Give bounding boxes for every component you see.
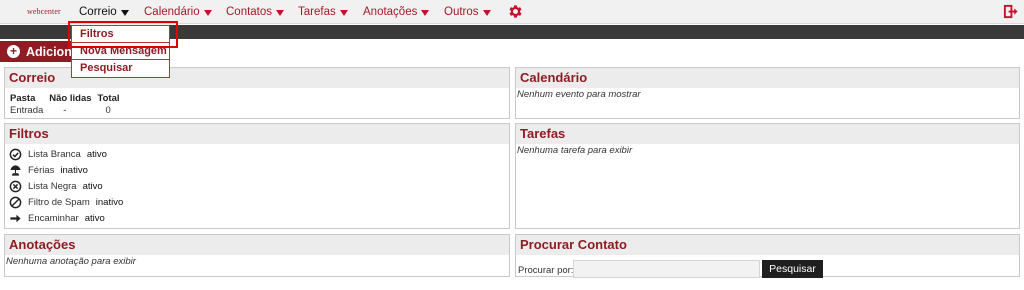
calendario-title: Calendário — [516, 68, 1019, 88]
folder-name[interactable]: Entrada — [10, 104, 49, 117]
total-count: 0 — [105, 105, 111, 116]
filter-status: inativo — [95, 197, 124, 208]
filter-status: ativo — [84, 213, 105, 224]
app-logo[interactable]: webcenter — [27, 7, 61, 16]
table-row[interactable]: Entrada - 0 — [10, 104, 126, 117]
filtros-title: Filtros — [5, 124, 509, 144]
filter-item-encaminhar[interactable]: Encaminhar ativo — [9, 212, 105, 225]
arrow-right-icon — [10, 214, 21, 223]
menu-correio[interactable]: Correio — [79, 4, 129, 20]
filter-status: ativo — [86, 149, 107, 160]
unread-count: - — [63, 105, 67, 116]
gear-icon[interactable] — [507, 3, 524, 20]
filter-label: Encaminhar — [28, 213, 79, 224]
anotacoes-title: Anotações — [5, 235, 509, 255]
top-nav-bar: webcenter Correio Calendário Contatos Ta… — [0, 0, 1024, 24]
filtros-panel: Filtros Lista Branca ativo Férias inativ… — [4, 123, 510, 229]
correio-dropdown-menu: Filtros Nova Mensagem Pesquisar — [71, 25, 170, 78]
add-button-label: Adicion — [26, 44, 72, 59]
chevron-down-icon — [421, 9, 430, 16]
filter-status: ativo — [82, 181, 103, 192]
calendario-panel: Calendário Nenhum evento para mostrar — [515, 67, 1020, 119]
vacation-icon — [10, 165, 21, 176]
tarefas-panel: Tarefas Nenhuma tarefa para exibir — [515, 123, 1020, 229]
chevron-down-icon — [120, 9, 129, 16]
search-button[interactable]: Pesquisar — [762, 260, 823, 278]
menu-outros[interactable]: Outros — [444, 4, 491, 20]
dropdown-item-filtros[interactable]: Filtros — [72, 26, 169, 43]
menu-anotacoes-label: Anotações — [363, 6, 418, 18]
menu-calendario-label: Calendário — [144, 6, 200, 18]
menu-tarefas-label: Tarefas — [298, 6, 336, 18]
filter-label: Lista Branca — [28, 149, 81, 160]
no-spam-icon — [9, 196, 22, 209]
filter-item-lista-negra[interactable]: Lista Negra ativo — [9, 180, 103, 193]
menu-anotacoes[interactable]: Anotações — [363, 4, 430, 20]
menu-outros-label: Outros — [444, 6, 479, 18]
menu-contatos-label: Contatos — [226, 6, 273, 18]
chevron-down-icon — [203, 9, 212, 16]
menu-tarefas[interactable]: Tarefas — [298, 4, 348, 20]
filter-item-lista-branca[interactable]: Lista Branca ativo — [9, 148, 107, 161]
add-button[interactable]: + Adicion — [0, 41, 80, 62]
logout-icon[interactable] — [1003, 4, 1018, 19]
filter-item-filtro-spam[interactable]: Filtro de Spam inativo — [9, 196, 123, 209]
check-circle-icon — [9, 148, 22, 161]
chevron-down-icon — [276, 9, 285, 16]
dropdown-item-pesquisar[interactable]: Pesquisar — [72, 60, 169, 77]
procurar-contato-panel: Procurar Contato Procurar por: Pesquisar — [515, 234, 1020, 278]
empty-message: Nenhum evento para mostrar — [517, 89, 641, 100]
plus-icon: + — [7, 45, 20, 58]
chevron-down-icon — [339, 9, 348, 16]
procurar-contato-title: Procurar Contato — [516, 235, 1019, 255]
dropdown-item-nova-mensagem[interactable]: Nova Mensagem — [72, 43, 169, 60]
empty-message: Nenhuma anotação para exibir — [6, 256, 136, 267]
filter-status: inativo — [60, 165, 88, 176]
menu-contatos[interactable]: Contatos — [226, 4, 285, 20]
column-header: Pasta — [10, 92, 36, 104]
filter-item-ferias[interactable]: Férias inativo — [9, 164, 88, 177]
search-label: Procurar por: — [518, 265, 574, 276]
filter-label: Lista Negra — [28, 181, 77, 192]
tarefas-title: Tarefas — [516, 124, 1019, 144]
mail-folders-table: Pasta Não lidas Total Entrada - 0 — [10, 92, 126, 117]
column-header: Não lidas — [49, 92, 92, 104]
menu-calendario[interactable]: Calendário — [144, 4, 212, 20]
chevron-down-icon — [482, 9, 491, 16]
column-header: Total — [97, 92, 120, 104]
anotacoes-panel: Anotações Nenhuma anotação para exibir — [4, 234, 510, 277]
x-circle-icon — [9, 180, 22, 193]
empty-message: Nenhuma tarefa para exibir — [517, 145, 633, 156]
filter-label: Férias — [28, 165, 55, 176]
menu-correio-label: Correio — [79, 6, 117, 18]
search-input[interactable] — [573, 260, 760, 278]
filter-label: Filtro de Spam — [28, 197, 90, 208]
